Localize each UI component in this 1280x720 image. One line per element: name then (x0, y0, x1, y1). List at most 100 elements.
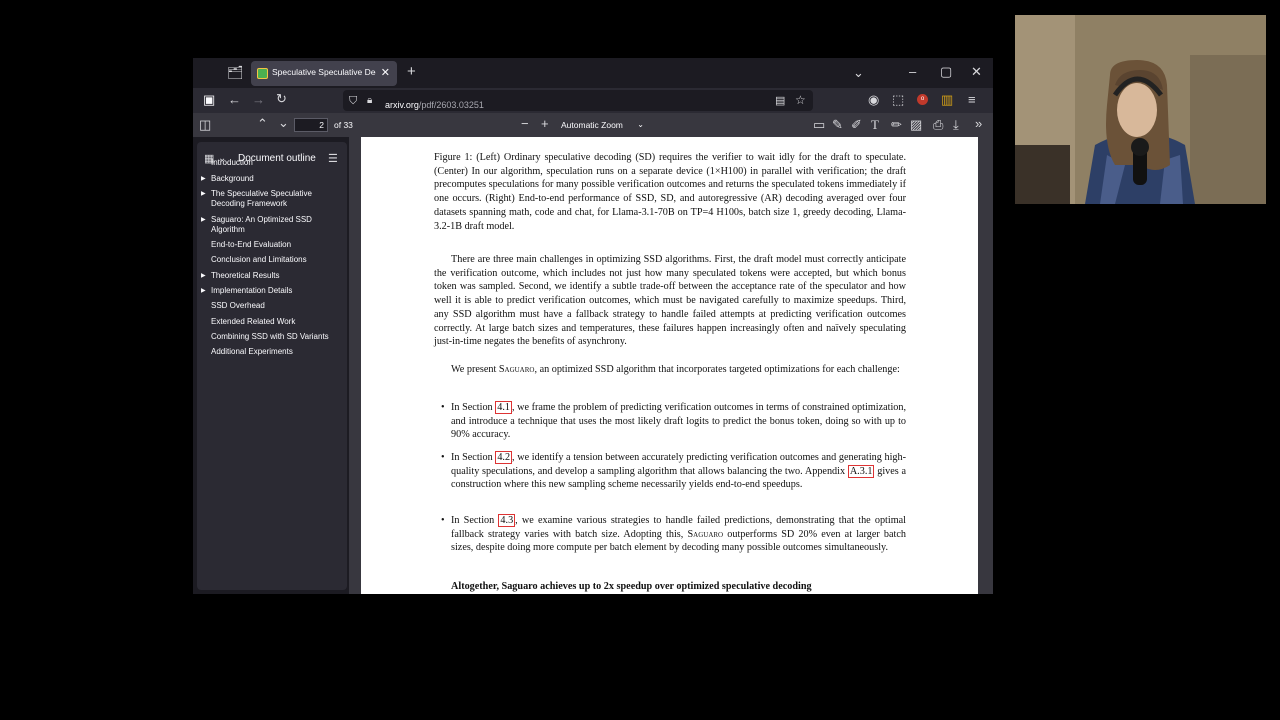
outline-item-label: Saguaro: An Optimized SSD Algorithm (211, 215, 312, 234)
bullet-item-1: • In Section 4.1, we frame the problem o… (441, 401, 906, 442)
forward-arrow-icon[interactable]: → (252, 93, 265, 107)
outline-item[interactable]: ▶ Implementation Details (201, 286, 343, 296)
outline-item-label: SSD Overhead (211, 301, 265, 310)
document-outline-sidebar: ▦ ⌄ Document outline ☰ Introduction ▶ Back… (197, 142, 347, 590)
page-number-input[interactable]: 2 (294, 118, 328, 132)
outline-item[interactable]: Combining SSD with SD Variants (211, 332, 343, 342)
image-icon[interactable]: ▨ (910, 118, 922, 132)
browser-window: 🗂︎ Speculative Speculative Decod ✕ + ⌄ –… (193, 58, 993, 594)
expand-arrow-icon[interactable]: ▶ (201, 215, 206, 225)
url-text[interactable]: arxiv.org/pdf/2603.03251 (385, 95, 484, 113)
signature-icon[interactable]: ✎ (832, 118, 843, 132)
outline-item[interactable]: ▶ Background (201, 174, 343, 184)
outline-item[interactable]: Conclusion and Limitations (211, 255, 343, 265)
ublock-extension-icon[interactable]: o (917, 94, 928, 105)
tools-double-chevron-icon[interactable]: » (975, 117, 982, 131)
figure-caption: Figure 1: (Left) Ordinary speculative de… (434, 151, 906, 233)
outline-item[interactable]: Introduction (211, 158, 343, 168)
account-icon[interactable]: ◉ (868, 93, 879, 107)
outline-item[interactable]: ▶ Theoretical Results (201, 271, 343, 281)
zoom-out-icon[interactable]: − (521, 117, 529, 131)
equalizer-extension-icon[interactable]: ▥ (941, 93, 953, 107)
bullet-text: In Section (451, 515, 499, 526)
outline-item-label: Theoretical Results (211, 271, 280, 280)
highlight-icon[interactable]: ✐ (851, 118, 862, 132)
maximize-icon[interactable]: ▢ (940, 65, 952, 79)
outline-item-label: Extended Related Work (211, 317, 296, 326)
outline-item-label: End-to-End Evaluation (211, 240, 292, 249)
tab-title: Speculative Speculative Decod (272, 67, 376, 77)
method-name: Saguaro (687, 528, 724, 540)
tab-close-icon[interactable]: ✕ (381, 66, 390, 79)
expand-arrow-icon[interactable]: ▶ (201, 286, 206, 296)
outline-item[interactable]: End-to-End Evaluation (211, 240, 343, 250)
text-tool-icon[interactable]: T (871, 118, 879, 132)
outline-item-label: Implementation Details (211, 286, 293, 295)
method-name: Saguaro (498, 364, 535, 375)
print-icon[interactable]: ⎙ (933, 118, 943, 132)
save-icon[interactable]: ⤓ (953, 118, 959, 132)
draw-icon[interactable]: ✏ (891, 118, 902, 132)
zoom-in-icon[interactable]: + (541, 117, 549, 131)
new-tab-icon[interactable]: + (407, 64, 416, 79)
webcam-image (1015, 15, 1266, 204)
summary-bold-line: Altogether, Saguaro achieves up to 2x sp… (451, 580, 906, 594)
outline-item[interactable]: Additional Experiments (211, 347, 343, 357)
toggle-sidebar-icon[interactable]: ◫ (199, 118, 211, 132)
paragraph-text: There are three main challenges in optim… (434, 254, 906, 348)
back-arrow-icon[interactable]: ← (228, 93, 241, 107)
section-link-4-3[interactable]: 4.3 (498, 514, 516, 527)
outline-item-label: The Speculative Speculative Decoding Fra… (211, 189, 312, 208)
expand-arrow-icon[interactable]: ▶ (201, 189, 206, 199)
bullet-item-3: • In Section 4.3, we examine various str… (441, 514, 906, 555)
bullet-dot: • (441, 452, 445, 463)
sidebar-toggle-icon[interactable]: ▣ (203, 93, 215, 107)
pdf-page: Figure 1: (Left) Ordinary speculative de… (361, 137, 978, 594)
comment-icon[interactable]: ▭ (813, 118, 825, 132)
minimize-icon[interactable]: – (909, 65, 916, 79)
url-host: arxiv.org (385, 100, 419, 110)
paragraph-text: , an optimized SSD algorithm that incorp… (534, 364, 900, 375)
expand-arrow-icon[interactable]: ▶ (201, 271, 206, 281)
caption-text: Figure 1: (Left) Ordinary speculative de… (434, 152, 906, 232)
url-bar[interactable]: ⛉ 🔒︎ arxiv.org/pdf/2603.03251 ▤ ☆ (343, 90, 813, 111)
bullet-dot: • (441, 402, 445, 413)
body-paragraph-1: There are three main challenges in optim… (434, 253, 906, 349)
url-path: /pdf/2603.03251 (418, 100, 484, 110)
shield-icon[interactable]: ⛉ (349, 94, 357, 108)
expand-arrow-icon[interactable]: ▶ (201, 174, 206, 184)
outline-item[interactable]: Extended Related Work (211, 317, 343, 327)
bullet-item-2: • In Section 4.2, we identify a tension … (441, 451, 906, 492)
next-page-chevron-down-icon[interactable]: ⌄ (278, 116, 289, 130)
close-window-icon[interactable]: ✕ (971, 65, 982, 79)
tab-bar: 🗂︎ Speculative Speculative Decod ✕ + ⌄ –… (193, 58, 993, 88)
zoom-chevron-down-icon: ⌄ (637, 120, 644, 129)
tab-overview-icon[interactable]: 🗂︎ (227, 66, 244, 80)
appendix-link-a-3-1[interactable]: A.3.1 (847, 464, 875, 478)
body-paragraph-2: We present Saguaro, an optimized SSD alg… (434, 363, 906, 377)
zoom-select[interactable]: Automatic Zoom ⌄ (556, 117, 648, 133)
list-all-tabs-chevron-down-icon[interactable]: ⌄ (853, 66, 864, 80)
outline-item[interactable]: ▶ Saguaro: An Optimized SSD Algorithm (201, 215, 343, 235)
zoom-value: Automatic Zoom (561, 120, 623, 130)
bullet-text: , we identify a tension between accurate… (451, 452, 906, 477)
reload-icon[interactable]: ↻ (276, 92, 287, 106)
bookmark-star-icon[interactable]: ☆ (795, 93, 806, 107)
extensions-puzzle-icon[interactable]: ⬚ (892, 93, 904, 107)
lock-icon[interactable]: 🔒︎ (367, 94, 372, 108)
outline-item-label: Conclusion and Limitations (211, 255, 307, 264)
pdf-toolbar: ◫ ⌃ ⌄ 2 of 33 − + Automatic Zoom ⌄ ▭ ✎ ✐ … (193, 113, 993, 137)
outline-item[interactable]: ▶ The Speculative Speculative Decoding Fr… (201, 189, 343, 209)
outline-item[interactable]: SSD Overhead (211, 301, 343, 311)
paragraph-text: We present (451, 364, 499, 375)
outline-item-label: Combining SSD with SD Variants (211, 332, 329, 341)
webcam-overlay (1015, 15, 1266, 204)
previous-page-chevron-up-icon[interactable]: ⌃ (257, 117, 268, 131)
section-link-4-2[interactable]: 4.2 (495, 451, 513, 464)
reader-view-icon[interactable]: ▤ (775, 94, 785, 108)
favicon-icon (257, 68, 268, 79)
section-link-4-1[interactable]: 4.1 (495, 401, 512, 414)
outline-item-label: Background (211, 174, 254, 183)
tab-active[interactable]: Speculative Speculative Decod ✕ (251, 61, 397, 86)
menu-hamburger-icon[interactable]: ≡ (968, 93, 976, 107)
